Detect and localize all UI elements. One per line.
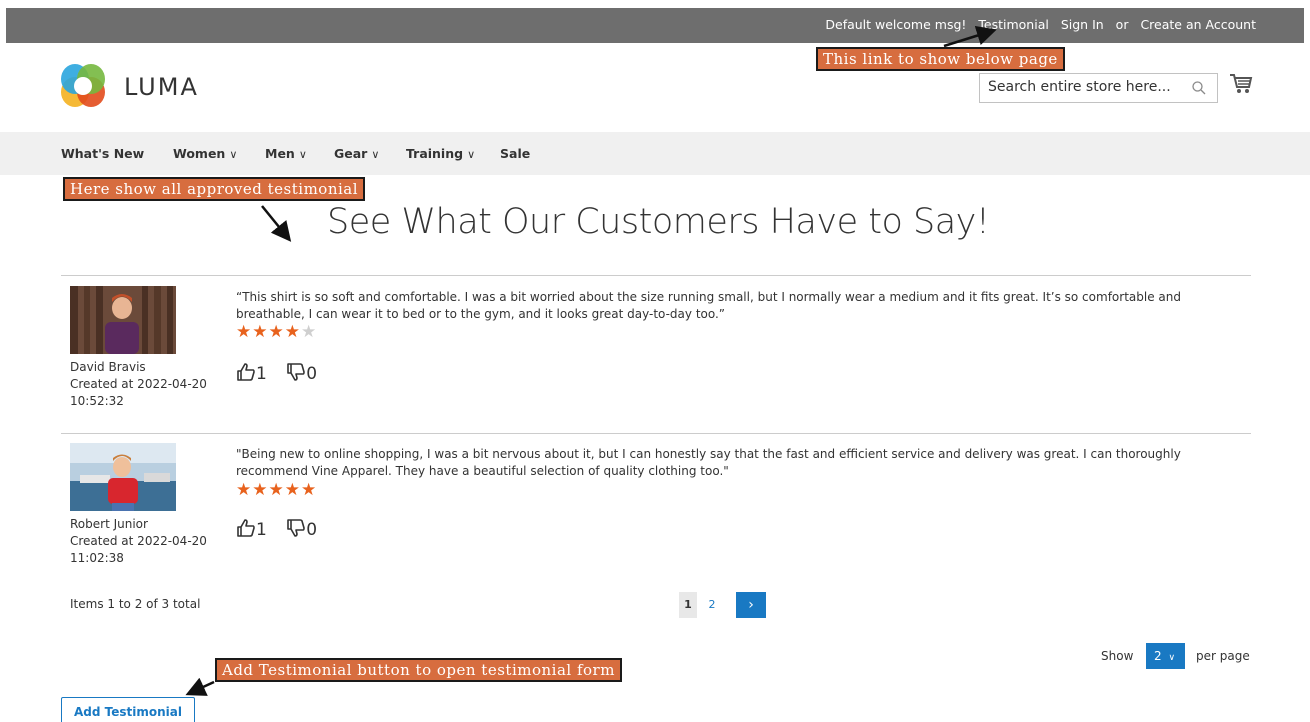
nav-item-training[interactable]: Training ∨	[406, 146, 475, 161]
search-icon[interactable]	[1191, 80, 1207, 96]
testimonial-link[interactable]: Testimonial	[978, 17, 1048, 32]
star-icon: ★	[301, 480, 318, 500]
star-icon: ★	[284, 322, 301, 342]
like-count: 1	[256, 364, 267, 384]
annotation-list-note: Here show all approved testimonial	[63, 177, 366, 201]
per-page-value: 2	[1154, 649, 1162, 663]
top-bar: Default welcome msg! Testimonial Sign In…	[6, 8, 1304, 43]
author-info: Robert Junior Created at 2022-04-20 11:0…	[70, 516, 207, 567]
star-icon: ★	[252, 480, 269, 500]
nav-label: Women	[173, 146, 226, 161]
testimonial-quote: "Being new to online shopping, I was a b…	[236, 447, 1181, 478]
annotation-button-note: Add Testimonial button to open testimoni…	[215, 658, 622, 682]
cart-icon[interactable]	[1229, 73, 1253, 95]
sign-in-link[interactable]: Sign In	[1061, 17, 1104, 32]
created-time: 10:52:32	[70, 394, 124, 408]
main-nav: What's New Women ∨ Men ∨ Gear ∨ Training ∨ S…	[0, 132, 1310, 175]
divider	[61, 433, 1251, 434]
vote-controls: 1 0	[236, 362, 317, 384]
thumbs-up-icon[interactable]	[236, 518, 256, 538]
chevron-down-icon: ∨	[467, 148, 476, 161]
page-current: 1	[679, 592, 697, 618]
dislike-count: 0	[306, 520, 318, 540]
chevron-down-icon: ∨	[371, 148, 380, 161]
testimonial-quote: “This shirt is so soft and comfortable. …	[236, 290, 1181, 321]
star-icon: ★	[236, 322, 253, 342]
nav-label: Men	[265, 146, 295, 161]
nav-label: Gear	[334, 146, 368, 161]
dislike-count: 0	[306, 364, 318, 384]
arrow-to-testimonials	[261, 205, 292, 242]
welcome-message: Default welcome msg!	[825, 17, 967, 32]
per-page-select[interactable]: 2 ∨	[1146, 643, 1185, 669]
nav-item-gear[interactable]: Gear ∨	[334, 146, 379, 161]
vote-controls: 1 0	[236, 518, 317, 540]
author-name: David Bravis	[70, 360, 146, 374]
divider	[61, 275, 1251, 276]
customer-photo	[70, 286, 176, 354]
show-label: Show	[1101, 649, 1134, 663]
nav-item-whats-new[interactable]: What's New	[61, 146, 144, 161]
nav-label: What's New	[61, 146, 145, 161]
author-info: David Bravis Created at 2022-04-20 10:52…	[70, 359, 207, 410]
luma-logo-icon[interactable]	[58, 62, 108, 110]
rating-stars: ★★★★★	[236, 480, 317, 500]
rating-stars: ★★★★★	[236, 322, 317, 342]
add-testimonial-button[interactable]: Add Testimonial	[61, 697, 195, 722]
create-account-link[interactable]: Create an Account	[1140, 17, 1256, 32]
star-empty-icon: ★	[301, 322, 318, 342]
star-icon: ★	[284, 480, 301, 500]
thumbs-up-icon[interactable]	[236, 362, 256, 382]
per-page-label: per page	[1196, 649, 1250, 663]
nav-label: Training	[406, 146, 464, 161]
chevron-down-icon: ∨	[1168, 653, 1176, 663]
arrow-to-add-button	[185, 677, 215, 696]
chevron-down-icon: ∨	[229, 148, 238, 161]
star-icon: ★	[268, 480, 285, 500]
chevron-down-icon: ∨	[298, 148, 307, 161]
annotation-link-note: This link to show below page	[816, 47, 1065, 71]
nav-item-sale[interactable]: Sale	[500, 146, 530, 161]
search-input[interactable]: Search entire store here...	[979, 73, 1218, 103]
star-icon: ★	[236, 480, 253, 500]
search-placeholder: Search entire store here...	[988, 79, 1171, 95]
logo-text[interactable]: LUMA	[124, 73, 199, 101]
nav-item-women[interactable]: Women ∨	[173, 146, 237, 161]
nav-label: Sale	[500, 146, 531, 161]
nav-item-men[interactable]: Men ∨	[265, 146, 307, 161]
created-date: Created at 2022-04-20	[70, 534, 207, 548]
like-count: 1	[256, 520, 267, 540]
author-name: Robert Junior	[70, 517, 148, 531]
chevron-right-icon: ›	[748, 597, 754, 613]
customer-photo	[70, 443, 176, 511]
items-total: Items 1 to 2 of 3 total	[70, 597, 201, 611]
thumbs-down-icon[interactable]	[286, 518, 306, 538]
page-link-2[interactable]: 2	[705, 592, 719, 618]
star-icon: ★	[268, 322, 285, 342]
page-title: See What Our Customers Have to Say!	[327, 202, 990, 242]
star-icon: ★	[252, 322, 269, 342]
next-page-button[interactable]: ›	[736, 592, 766, 618]
or-text: or	[1115, 17, 1129, 32]
thumbs-down-icon[interactable]	[286, 362, 306, 382]
created-time: 11:02:38	[70, 551, 124, 565]
created-date: Created at 2022-04-20	[70, 377, 207, 391]
header-links: Default welcome msg! Testimonial Sign In…	[825, 17, 1256, 32]
